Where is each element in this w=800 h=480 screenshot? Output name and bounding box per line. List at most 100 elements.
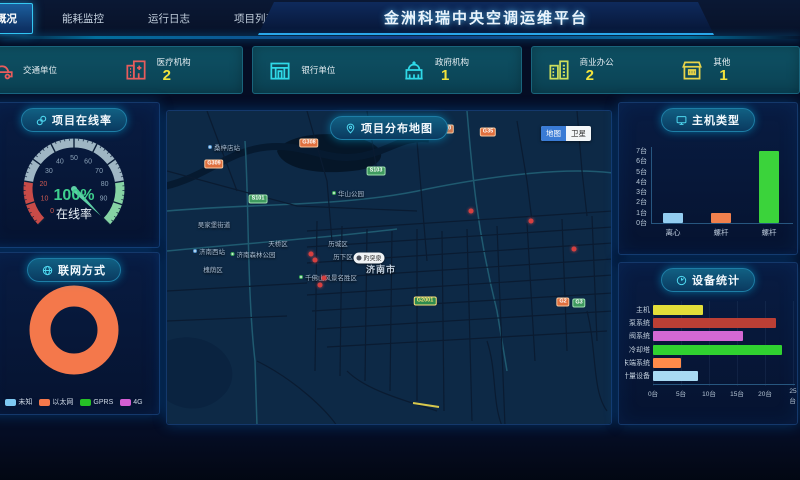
host-type-bar-chart: 0台1台2台3台4台5台6台7台离心螺杆螺杆 (625, 135, 791, 250)
legend-swatch (39, 399, 50, 406)
road-shield: S103 (367, 167, 386, 176)
map-button[interactable]: 地图 (541, 126, 566, 141)
gauge-tick-label: 70 (95, 168, 103, 175)
bar-主机[interactable] (653, 305, 703, 315)
map-place-label: 槐荫区 (203, 264, 223, 274)
map-place-label: 历城区 (328, 238, 348, 248)
map-place-label: 千佛山风景名胜区 (299, 272, 357, 282)
panel-host-type: 主机类型 0台1台2台3台4台5台6台7台离心螺杆螺杆 (618, 102, 798, 255)
tab-run-log[interactable]: 运行日志 (133, 4, 205, 33)
y-category-label: 冷却塔 (625, 345, 650, 355)
map-place-label: 济南森林公园 (231, 249, 276, 259)
legend-gprs[interactable]: GPRS (80, 397, 113, 407)
y-axis (651, 147, 652, 223)
stat-other: 其他 1 (665, 56, 799, 84)
legend-label: 4G (133, 399, 142, 406)
x-tick-label: 25台 (789, 388, 796, 405)
project-marker-dot[interactable] (313, 258, 318, 263)
map-place-label: 桑梓店站 (208, 142, 240, 152)
stat-office: 商业办公 2 (532, 56, 666, 84)
gauge-tick-label: 50 (70, 155, 78, 162)
x-axis (653, 384, 795, 385)
project-marker-dot[interactable] (318, 283, 323, 288)
nav-glow-divider (0, 36, 800, 39)
x-category-label: 离心 (666, 227, 681, 238)
stat-traffic: 交通单位 (0, 57, 109, 83)
tab-energy-monitor[interactable]: 能耗监控 (47, 4, 119, 33)
tab-overview[interactable]: 概况 (0, 3, 33, 34)
clock-icon (676, 275, 687, 286)
satellite-button[interactable]: 卫星 (566, 126, 591, 141)
map-place-label: 济南市 (366, 263, 396, 276)
legend-4g[interactable]: 4G (120, 397, 142, 407)
legend-unknown[interactable]: 未知 (5, 397, 32, 407)
legend-ethernet[interactable]: 以太网 (39, 397, 73, 407)
x-gridline (765, 301, 766, 386)
globe-icon (42, 265, 53, 276)
map-place-label: 华山公园 (332, 188, 364, 198)
online-rate-label: 在线率 (0, 205, 159, 222)
panel-title: 联网方式 (58, 262, 106, 278)
project-marker-dot[interactable] (322, 276, 327, 281)
legend-label: 以太网 (52, 397, 73, 407)
stat-cards-row: 交通单位 医疗机构 2 银行单位 (0, 46, 800, 94)
car-icon (0, 57, 15, 83)
panel-title: 项目分布地图 (361, 120, 433, 136)
stat-value: 2 (163, 68, 191, 84)
map-type-switch: 地图 卫星 (541, 126, 591, 141)
road-shield: G2 (556, 298, 569, 307)
legend-swatch (120, 399, 131, 406)
map-place-label: 天桥区 (268, 238, 288, 248)
road-shield: S101 (249, 195, 268, 204)
stat-label: 医疗机构 (157, 56, 191, 68)
y-tick-label: 1台 (627, 208, 647, 218)
x-tick-label: 15台 (730, 388, 744, 398)
legend-label: 未知 (18, 397, 32, 407)
y-category-label: 主机 (625, 305, 650, 315)
hospital-icon (123, 57, 149, 83)
bar-离心[interactable] (663, 213, 683, 223)
bar-螺杆[interactable] (759, 151, 779, 223)
device-stats-bar-chart: 0台5台10台15台20台25台主机泵系统阀系统冷却塔末端系统计量设备 (623, 297, 791, 420)
link-icon (36, 115, 47, 126)
station-marker-icon (193, 249, 197, 253)
bar-泵系统[interactable] (653, 318, 776, 328)
y-category-label: 阀系统 (625, 331, 650, 341)
panel-title: 项目在线率 (52, 112, 112, 128)
bank-icon (267, 57, 293, 83)
bar-螺杆[interactable] (711, 213, 731, 223)
x-gridline (737, 301, 738, 386)
project-marker-dot[interactable] (572, 247, 577, 252)
legend-swatch (80, 399, 91, 406)
stat-card-2: 银行单位 政府机构 1 (252, 46, 521, 94)
panel-header-host-type: 主机类型 (661, 108, 755, 132)
bar-末端系统[interactable] (653, 358, 681, 368)
bar-阀系统[interactable] (653, 331, 743, 341)
stat-card-3: 商业办公 2 其他 1 (531, 46, 800, 94)
road-shield: G308 (299, 139, 318, 148)
map-stage[interactable]: G309G308G20G35S101S103G2001G2G3桑梓店站吴家堡街道… (167, 111, 611, 424)
map-pin-icon (345, 123, 356, 134)
panel-title: 设备统计 (692, 272, 740, 288)
road-shield: G35 (480, 128, 496, 137)
y-tick-label: 0台 (627, 218, 647, 228)
road-shield: G3 (572, 299, 585, 308)
stat-label: 交通单位 (23, 64, 57, 76)
project-marker-dot[interactable] (529, 219, 534, 224)
monitor-icon (676, 115, 687, 126)
bar-计量设备[interactable] (653, 371, 698, 381)
y-tick-label: 3台 (627, 187, 647, 197)
online-rate-value: 100% (0, 187, 159, 205)
x-tick-label: 20台 (758, 388, 772, 398)
bar-冷却塔[interactable] (653, 345, 782, 355)
y-category-label: 计量设备 (625, 371, 650, 381)
panel-header-device-stats: 设备统计 (661, 268, 755, 292)
gauge-tick-label: 40 (56, 158, 64, 165)
office-icon (546, 57, 572, 83)
project-marker-dot[interactable] (469, 209, 474, 214)
x-axis (651, 223, 793, 224)
panel-header-project-map: 项目分布地图 (330, 116, 448, 140)
y-tick-label: 7台 (627, 146, 647, 156)
government-icon (401, 57, 427, 83)
project-marker-dot[interactable] (309, 252, 314, 257)
